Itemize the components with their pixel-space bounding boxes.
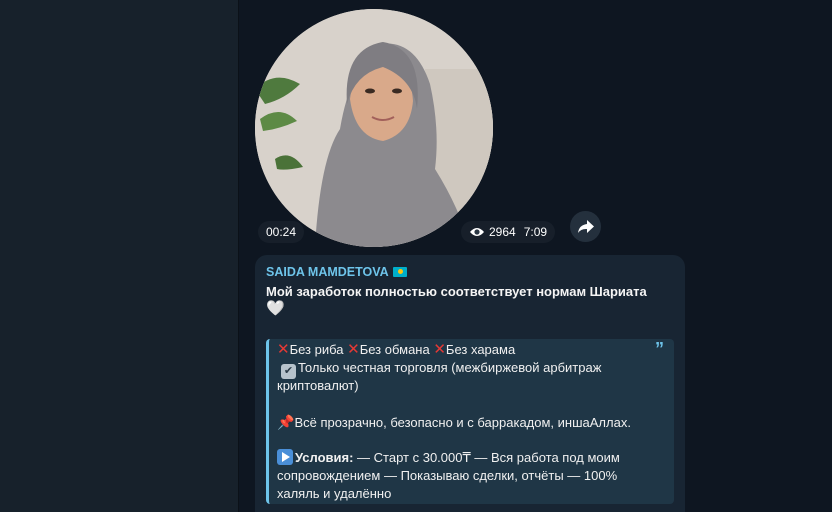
video-thumbnail [255,9,493,247]
quote-line-2: ✔ Только честная торговля (межбиржевой ар… [281,359,601,379]
message-time: 7:09 [523,225,548,239]
video-duration-pill: 00:24 [258,221,305,243]
quote-line-4: 📌Всё прозрачно, безопасно и с барракадом… [277,413,631,432]
quote-item: Без обмана [359,342,430,357]
eye-icon [470,228,484,236]
quote-text: Только честная торговля (межбиржевой арб… [298,360,602,375]
quote-line-5: Условия: — Старт с 30.000₸ — Вся работа … [277,449,620,467]
chat-list-panel [0,0,239,512]
message-headline: Мой заработок полностью соответствует но… [266,284,647,299]
conditions-label: Условия: [295,450,354,465]
share-icon [577,219,594,233]
quote-text: — Старт с 30.000₸ — Вся работа под моим [353,450,620,465]
quote-line-1: ✕Без риба ✕Без обмана ✕Без харама [277,341,515,359]
views-time-pill: 2964 7:09 [461,221,556,243]
cross-mark-icon: ✕ [277,341,290,358]
sender-name[interactable]: SAIDA MAMDETOVA [266,265,407,279]
quote-item: Без риба [289,342,344,357]
quote-line-3: криптовалют) [277,378,359,393]
share-button[interactable] [570,211,601,242]
kazakhstan-flag-icon [392,267,407,277]
quote-mark-icon: ” [655,339,664,359]
cross-mark-icon: ✕ [347,341,360,358]
round-video-message[interactable] [255,9,493,247]
video-duration: 00:24 [266,225,297,239]
quote-item: Без харама [445,342,516,357]
play-button-icon [277,449,293,465]
quote-line-6: сопровождением — Показываю сделки, отчёт… [277,468,618,483]
view-count: 2964 [489,225,516,239]
cross-mark-icon: ✕ [433,341,446,358]
quote-line-7: халяль и удалённо [277,486,392,501]
pushpin-icon: 📌 [277,414,295,430]
sender-name-text: SAIDA MAMDETOVA [266,265,389,279]
white-heart-icon: 🤍 [266,300,285,317]
quote-text: Всё прозрачно, безопасно и с барракадом,… [294,415,631,430]
